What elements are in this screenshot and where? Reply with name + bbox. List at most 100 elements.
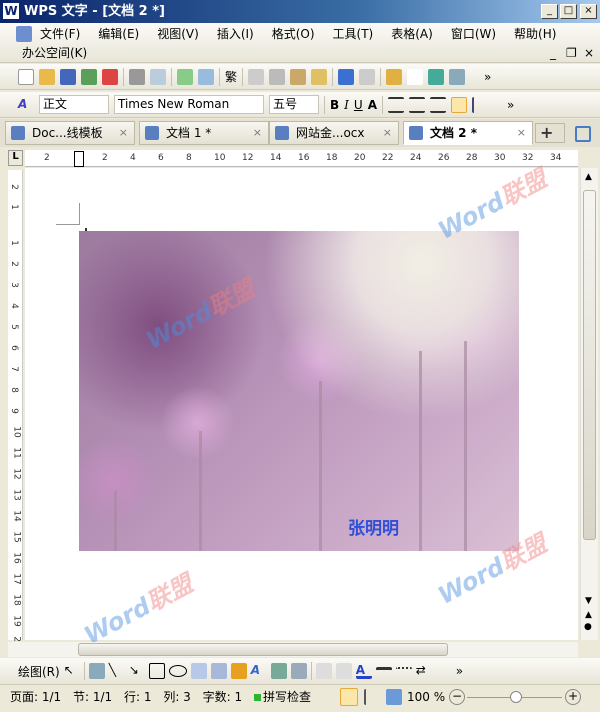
tab-close-icon[interactable]: × bbox=[517, 122, 526, 144]
formula-icon[interactable] bbox=[407, 68, 424, 85]
hyperlink-icon[interactable] bbox=[428, 68, 445, 85]
outline-view-icon[interactable] bbox=[364, 689, 380, 705]
print-preview-icon[interactable] bbox=[150, 68, 166, 85]
format-painter-icon[interactable] bbox=[311, 68, 328, 85]
horizontal-scroll-thumb[interactable] bbox=[78, 643, 448, 656]
italic-button[interactable]: I bbox=[344, 98, 349, 112]
zoom-in-button[interactable]: + bbox=[565, 689, 581, 705]
horizontal-scrollbar[interactable] bbox=[8, 642, 578, 657]
menu-item[interactable]: 格式(O) bbox=[272, 25, 315, 43]
vertical-scroll-thumb[interactable] bbox=[583, 190, 596, 540]
menu-item[interactable]: 工具(T) bbox=[333, 25, 374, 43]
ellipse-icon[interactable] bbox=[168, 665, 187, 677]
menu-item[interactable]: 表格(A) bbox=[391, 25, 433, 43]
menu-item[interactable]: 插入(I) bbox=[217, 25, 254, 43]
save-icon[interactable] bbox=[60, 68, 76, 85]
pdf-icon[interactable] bbox=[102, 68, 118, 85]
scroll-up-icon[interactable]: ▲ bbox=[585, 172, 592, 182]
vertical-textbox-icon[interactable] bbox=[210, 663, 227, 679]
underline-button[interactable]: U bbox=[354, 98, 363, 112]
autoshapes-icon[interactable] bbox=[88, 663, 105, 679]
open-icon[interactable] bbox=[39, 68, 55, 85]
vertical-scrollbar[interactable]: ▲ ▼ ▲ ● bbox=[580, 168, 598, 640]
indent-marker[interactable] bbox=[74, 151, 84, 167]
new-page-icon[interactable] bbox=[177, 68, 193, 85]
menu-item[interactable]: 窗口(W) bbox=[451, 25, 496, 43]
menu-item[interactable]: 视图(V) bbox=[157, 25, 199, 43]
font-size-select[interactable]: 五号 bbox=[269, 95, 319, 114]
styles-icon[interactable]: A bbox=[18, 97, 34, 113]
textbox-icon[interactable] bbox=[190, 663, 207, 679]
mail-icon[interactable] bbox=[81, 68, 97, 85]
font-select[interactable]: Times New Roman bbox=[114, 95, 264, 114]
style-select[interactable]: 正文 bbox=[39, 95, 109, 114]
align-left-icon[interactable] bbox=[388, 96, 404, 113]
tab-document[interactable]: 网站金...ocx × bbox=[269, 121, 399, 145]
menu-item[interactable]: 帮助(H) bbox=[514, 25, 556, 43]
rectangle-icon[interactable] bbox=[148, 663, 165, 679]
close-button[interactable]: × bbox=[580, 4, 597, 19]
tab-stop-selector[interactable]: L bbox=[8, 150, 23, 166]
scroll-down-icon[interactable]: ▼ bbox=[585, 596, 592, 606]
cut-icon[interactable] bbox=[269, 68, 286, 85]
line-color-icon[interactable] bbox=[335, 663, 352, 679]
traditional-chinese-button[interactable]: 繁 bbox=[225, 68, 237, 85]
tab-close-icon[interactable]: × bbox=[253, 122, 262, 144]
tab-close-icon[interactable]: × bbox=[383, 122, 392, 144]
bold-button[interactable]: B bbox=[330, 98, 339, 112]
vertical-ruler[interactable]: 211234567891011121314151617181920 bbox=[8, 170, 23, 648]
print-icon[interactable] bbox=[129, 68, 145, 85]
zoom-out-button[interactable]: − bbox=[449, 689, 465, 705]
tab-document[interactable]: 文档 2 * × bbox=[403, 121, 533, 145]
menu-item[interactable]: 编辑(E) bbox=[98, 25, 139, 43]
flower-image[interactable] bbox=[79, 231, 519, 551]
horizontal-ruler[interactable]: 2 2 4 6 8 10 12 14 16 18 20 22 24 26 28 30 32 34 bbox=[25, 150, 578, 167]
new-tab-button[interactable]: + bbox=[535, 123, 565, 143]
format-more-button[interactable]: » bbox=[507, 98, 514, 112]
maximize-button[interactable]: □ bbox=[560, 4, 577, 19]
line-style-icon[interactable] bbox=[375, 667, 392, 683]
tab-close-icon[interactable]: × bbox=[119, 122, 128, 144]
arrow-style-icon[interactable]: ⇄ bbox=[416, 663, 432, 679]
copy-icon[interactable] bbox=[248, 68, 265, 85]
spell-check-button[interactable]: 拼写检查 bbox=[263, 690, 311, 704]
grid-icon[interactable] bbox=[449, 68, 466, 85]
page-break-icon[interactable] bbox=[198, 68, 214, 85]
select-browse-icon[interactable]: ● bbox=[584, 622, 592, 632]
page-view-icon[interactable] bbox=[340, 688, 358, 706]
fill-color-icon[interactable] bbox=[315, 663, 332, 679]
insert-object-icon[interactable] bbox=[290, 663, 307, 679]
doc-minimize-button[interactable]: _ bbox=[550, 44, 556, 62]
paste-icon[interactable] bbox=[290, 68, 307, 85]
drawing-menu-button[interactable]: 绘图(R) bbox=[18, 663, 60, 680]
tab-list-icon[interactable] bbox=[575, 126, 591, 142]
redo-icon[interactable] bbox=[359, 68, 376, 85]
clipart-icon[interactable] bbox=[230, 663, 247, 679]
prev-page-icon[interactable]: ▲ bbox=[585, 610, 592, 620]
align-right-icon[interactable] bbox=[430, 96, 446, 113]
new-icon[interactable] bbox=[18, 68, 34, 85]
picture-icon[interactable] bbox=[270, 663, 287, 679]
justify-icon[interactable] bbox=[451, 96, 467, 113]
doc-restore-button[interactable]: ❐ bbox=[566, 44, 577, 62]
arrow-icon[interactable]: ↘ bbox=[129, 663, 145, 679]
tab-document[interactable]: Doc...线模板 × bbox=[5, 121, 135, 145]
doc-close-button[interactable]: × bbox=[584, 44, 594, 62]
drawbar-more-button[interactable]: » bbox=[456, 664, 463, 678]
zoom-slider-thumb[interactable] bbox=[510, 691, 522, 703]
minimize-button[interactable]: _ bbox=[541, 4, 558, 19]
menu-item[interactable]: 文件(F) bbox=[40, 25, 80, 43]
font-color-button[interactable]: A bbox=[368, 98, 377, 112]
font-color-icon[interactable]: A bbox=[355, 663, 372, 679]
tab-document[interactable]: 文档 1 * × bbox=[139, 121, 269, 145]
menu-office-space[interactable]: 办公空间(K) bbox=[22, 44, 87, 62]
table-icon[interactable] bbox=[386, 68, 403, 85]
web-view-icon[interactable] bbox=[386, 689, 402, 705]
line-icon[interactable]: ╲ bbox=[109, 663, 125, 679]
select-pointer-icon[interactable]: ↖ bbox=[64, 663, 80, 679]
toolbar-more-button[interactable]: » bbox=[484, 70, 491, 84]
align-center-icon[interactable] bbox=[409, 96, 425, 113]
wordart-icon[interactable]: A bbox=[251, 663, 267, 679]
undo-icon[interactable] bbox=[338, 68, 355, 85]
distributed-icon[interactable] bbox=[472, 96, 488, 113]
